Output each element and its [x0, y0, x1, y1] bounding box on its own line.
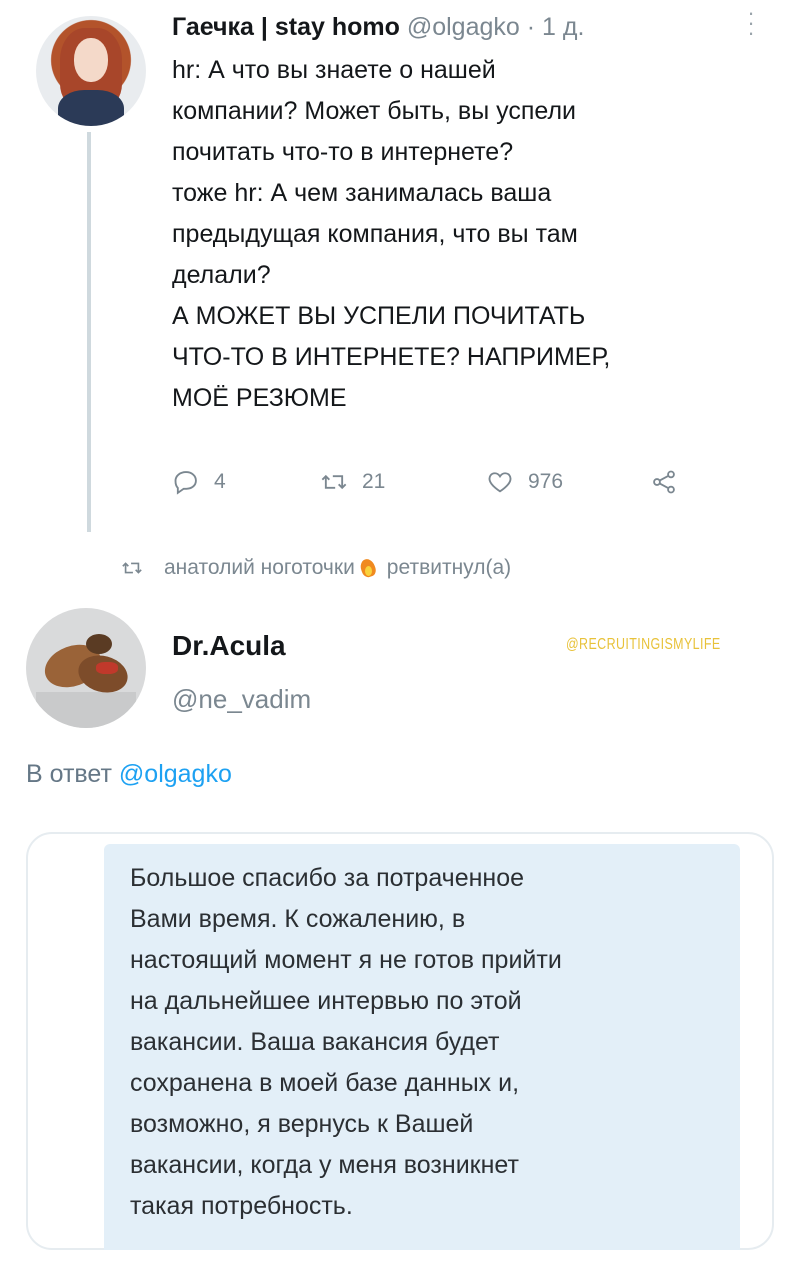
- avatar-ne-vadim[interactable]: [26, 608, 146, 728]
- quoted-message-line: настоящий момент я не готов прийти: [130, 946, 562, 974]
- quoted-message-line: вакансии, когда у меня возникнет: [130, 1151, 519, 1179]
- retweet-notice: анатолий ноготочки ретвитнул(а): [120, 556, 511, 580]
- tweet1-line: предыдущая компания, что вы там: [172, 220, 578, 248]
- reply-to-line: В ответ @olgagko: [26, 760, 232, 789]
- tweet1-line: МОЁ РЕЗЮМЕ: [172, 384, 347, 412]
- tweet1-line: hr: А что вы знаете о нашей: [172, 56, 496, 84]
- quoted-message: Большое спасибо за потраченное Вами врем…: [130, 858, 730, 1227]
- tweet1-body: hr: А что вы знаете о нашей компании? Мо…: [172, 50, 732, 419]
- quoted-message-line: Большое спасибо за потраченное: [130, 864, 525, 892]
- tweet1-line: компании? Может быть, вы успели: [172, 97, 576, 125]
- quoted-message-line: Вами время. К сожалению, в: [130, 905, 466, 933]
- tweet1-display-name[interactable]: Гаечка | stay homo: [172, 13, 400, 41]
- tweet1-action-bar: 4 21 976: [172, 462, 692, 502]
- watermark: @RECRUITINGISMYLIFE: [566, 636, 721, 653]
- tweet1-header: Гаечка | stay homo @olgagko · 1 д.: [172, 12, 584, 42]
- reply-to-mention[interactable]: @olgagko: [119, 760, 232, 788]
- quoted-message-line: на дальнейшее интервью по этой: [130, 987, 522, 1015]
- tweet1-line: А МОЖЕТ ВЫ УСПЕЛИ ПОЧИТАТЬ: [172, 302, 586, 330]
- more-icon[interactable]: · · ·: [742, 2, 760, 44]
- fire-emoji-icon: [357, 556, 381, 580]
- like-count: 976: [528, 470, 564, 493]
- retweet-action-text: ретвитнул(а): [386, 556, 512, 579]
- retweet-button[interactable]: 21: [320, 462, 385, 502]
- reply-button[interactable]: 4: [172, 462, 226, 502]
- quoted-message-line: такая потребность.: [130, 1192, 353, 1220]
- avatar-olgagko[interactable]: [36, 16, 146, 126]
- tweet2-display-name[interactable]: Dr.Acula: [172, 630, 286, 662]
- tweet1-line: ЧТО-ТО В ИНТЕРНЕТЕ? НАПРИМЕР,: [172, 343, 611, 371]
- like-button[interactable]: 976: [486, 462, 563, 502]
- tweet1-separator: ·: [526, 13, 536, 41]
- retweeter-name[interactable]: анатолий ноготочки: [164, 556, 355, 580]
- thread-connector-line: [87, 132, 91, 532]
- quoted-message-line: возможно, я вернусь к Вашей: [130, 1110, 474, 1138]
- tweet2-handle[interactable]: @ne_vadim: [172, 684, 311, 715]
- quoted-message-line: вакансии. Ваша вакансия будет: [130, 1028, 500, 1056]
- retweet-icon: [321, 474, 347, 490]
- reply-to-prefix: В ответ: [26, 760, 112, 788]
- reply-icon: [174, 471, 197, 495]
- retweet-icon: [122, 562, 142, 574]
- like-icon: [488, 472, 512, 493]
- retweet-count: 21: [362, 470, 386, 493]
- tweet1-timestamp[interactable]: 1 д.: [542, 13, 584, 41]
- tweet1-line: делали?: [172, 261, 271, 289]
- tweet1-line: почитать что-то в интернете?: [172, 138, 514, 166]
- tweet1-handle[interactable]: @olgagko: [407, 13, 520, 41]
- share-icon: [653, 470, 675, 494]
- quoted-message-line: сохранена в моей базе данных и,: [130, 1069, 520, 1097]
- tweet1-line: тоже hr: А чем занималась ваша: [172, 179, 552, 207]
- share-button[interactable]: [650, 462, 692, 502]
- reply-count: 4: [214, 470, 226, 493]
